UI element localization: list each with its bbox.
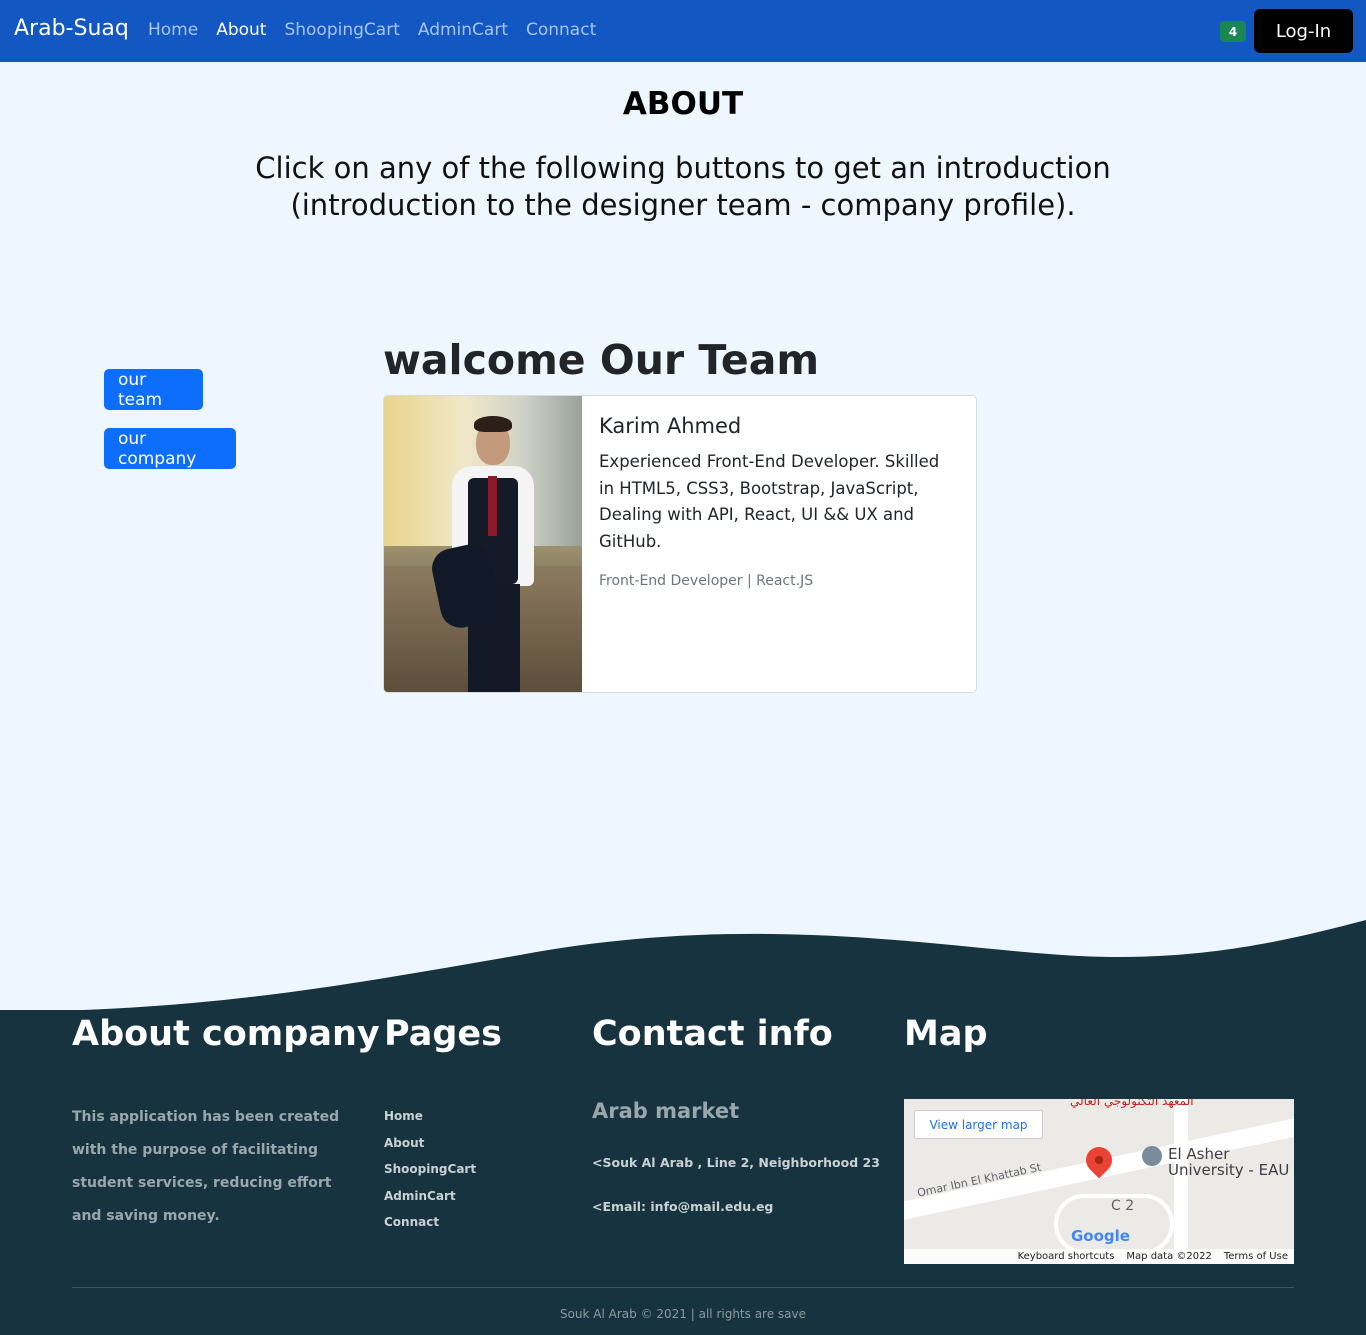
- about-company-text: This application has been created with t…: [72, 1109, 340, 1224]
- map-pin-dot-icon: [1095, 1156, 1103, 1164]
- nav-link-admin-cart[interactable]: AdminCart: [418, 20, 508, 40]
- footer-link-home[interactable]: Home: [384, 1103, 476, 1130]
- page-title: ABOUT: [622, 86, 744, 122]
- our-team-button[interactable]: our team: [104, 369, 203, 410]
- member-name: Karim Ahmed: [599, 414, 742, 438]
- team-title: walcome Our Team: [383, 336, 820, 384]
- contact-email: <Email: info@mail.edu.eg: [592, 1199, 774, 1214]
- contact-address: <Souk Al Arab , Line 2, Neighborhood 23: [592, 1155, 880, 1170]
- team-member-card: Karim Ahmed Experienced Front-End Develo…: [383, 395, 977, 693]
- map-university-label: El Asher University - EAU: [1168, 1145, 1290, 1179]
- member-photo: [384, 396, 582, 692]
- our-company-button[interactable]: our company: [104, 428, 236, 469]
- member-role: Front-End Developer | React.JS: [599, 573, 814, 589]
- navbar: Arab-Suaq Home About ShoopingCart AdminC…: [0, 0, 1366, 62]
- brand-logo[interactable]: Arab-Suaq: [14, 16, 129, 41]
- map-heading: Map: [904, 1014, 988, 1054]
- embedded-map[interactable]: المعهد التكنولوجي العالي El Asher Univer…: [904, 1099, 1294, 1264]
- pages-heading: Pages: [384, 1014, 502, 1054]
- footer-pages-list: Home About ShoopingCart AdminCart Connac…: [384, 1103, 476, 1236]
- footer-link-admin-cart[interactable]: AdminCart: [384, 1183, 476, 1210]
- member-description: Experienced Front-End Developer. Skilled…: [599, 452, 940, 551]
- footer-link-shopping-cart[interactable]: ShoopingCart: [384, 1156, 476, 1183]
- footer: About company This application has been …: [0, 1010, 1366, 1335]
- copyright: Souk Al Arab © 2021 | all rights are sav…: [559, 1307, 807, 1321]
- about-company-heading: About company: [72, 1014, 380, 1054]
- nav-links: Home About ShoopingCart AdminCart Connac…: [148, 20, 596, 40]
- cart-count-badge[interactable]: 4: [1220, 21, 1246, 42]
- nav-link-shopping-cart[interactable]: ShoopingCart: [284, 20, 399, 40]
- view-larger-map-link[interactable]: View larger map: [914, 1110, 1043, 1139]
- terms-of-use-link[interactable]: Terms of Use: [1224, 1251, 1288, 1262]
- map-attribution: Keyboard shortcuts Map data ©2022 Terms …: [904, 1249, 1294, 1264]
- footer-link-connact[interactable]: Connact: [384, 1209, 476, 1236]
- footer-link-about[interactable]: About: [384, 1130, 476, 1157]
- footer-wave: [0, 920, 1366, 1012]
- contact-name: Arab market: [592, 1099, 740, 1123]
- contact-info-heading: Contact info: [592, 1014, 833, 1054]
- login-button[interactable]: Log-In: [1254, 9, 1353, 53]
- keyboard-shortcuts-link[interactable]: Keyboard shortcuts: [1018, 1251, 1115, 1262]
- nav-link-about[interactable]: About: [216, 20, 266, 40]
- card-body: Karim Ahmed Experienced Front-End Develo…: [599, 414, 959, 589]
- page-intro: Click on any of the following buttons to…: [255, 151, 1111, 222]
- map-c2-label: C 2: [1111, 1198, 1135, 1214]
- map-institute-label: المعهد التكنولوجي العالي: [1070, 1099, 1194, 1108]
- google-logo: Google: [1071, 1227, 1130, 1245]
- nav-link-connact[interactable]: Connact: [526, 20, 596, 40]
- footer-divider: [72, 1287, 1294, 1288]
- nav-link-home[interactable]: Home: [148, 20, 198, 40]
- university-poi-icon: [1142, 1146, 1162, 1166]
- map-data-label: Map data ©2022: [1126, 1251, 1212, 1262]
